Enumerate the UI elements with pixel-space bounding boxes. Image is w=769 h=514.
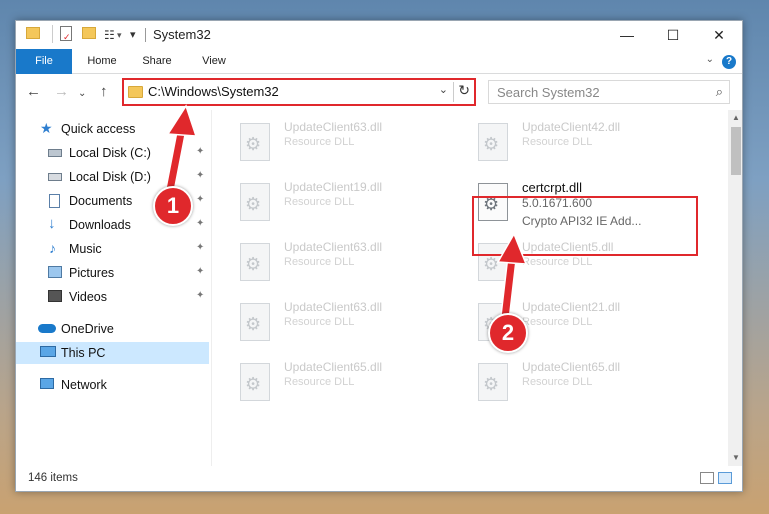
annotation-arrow-2	[496, 232, 528, 323]
annotation-arrow-1	[165, 104, 198, 195]
annotation-layer	[165, 104, 528, 323]
step-badge-1: 1	[153, 186, 193, 226]
step-badge-2: 2	[488, 313, 528, 353]
